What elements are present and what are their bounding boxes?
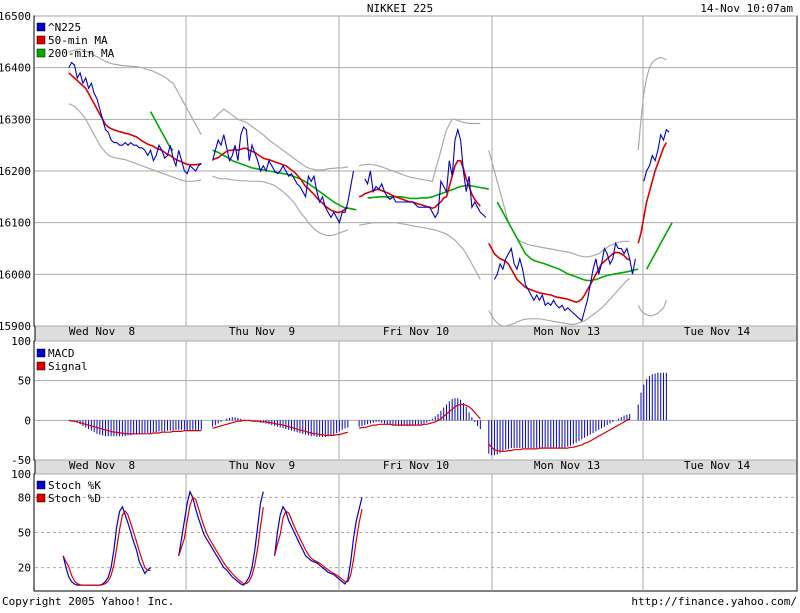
day-label: Wed Nov 8 [69, 325, 135, 338]
legend-swatch [36, 35, 46, 45]
price-line [364, 127, 487, 219]
ma200-line [149, 111, 174, 151]
day-label: Mon Nov 13 [534, 325, 600, 338]
source-url: http://finance.yahoo.com/ [631, 595, 797, 608]
stoch-tick-label: 50 [18, 527, 31, 540]
legend-swatch [36, 22, 46, 32]
day-label: Mon Nov 13 [534, 459, 600, 472]
price-line [643, 128, 670, 182]
stoch-tick-label: 20 [18, 562, 31, 575]
stoch-tick-label: 100 [11, 468, 31, 481]
ma200-line [496, 201, 639, 282]
legend-label: Signal [48, 360, 88, 373]
legend-swatch [36, 348, 46, 358]
legend-label: Stoch %D [48, 492, 101, 505]
legend-swatch [36, 361, 46, 371]
upper-band-line [637, 56, 667, 151]
price-line [493, 241, 636, 322]
price-line [68, 61, 202, 175]
ma50-line [637, 142, 668, 244]
nikkei-chart: NIKKEI 225 14-Nov 10:07am 15900 16000 1610… [0, 0, 800, 608]
chart-title: NIKKEI 225 [367, 2, 433, 15]
legend-label: MACD [48, 347, 75, 360]
day-label: Fri Nov 10 [383, 459, 449, 472]
price-tick-label: 16100 [0, 217, 31, 230]
upper-band-line [68, 48, 202, 136]
upper-band-line [488, 150, 630, 258]
stoch-k-line [178, 489, 264, 586]
macd-tick-label: 0 [24, 414, 31, 427]
chart-timestamp: 14-Nov 10:07am [700, 2, 793, 15]
price-tick-label: 16000 [0, 268, 31, 281]
lower-band-line [358, 222, 481, 280]
macd-panel-frame [33, 340, 798, 461]
lower-band-line [68, 103, 202, 182]
lower-band-line [212, 175, 349, 237]
day-label: Wed Nov 8 [69, 459, 135, 472]
macd-tick-label: 50 [18, 375, 31, 388]
day-label: Thu Nov 9 [229, 325, 295, 338]
price-tick-label: 16200 [0, 165, 31, 178]
legend-swatch [36, 493, 46, 503]
macd-tick-label: -50 [11, 454, 31, 467]
signal-line [358, 403, 481, 429]
macd-tick-label: 100 [11, 335, 31, 348]
stoch-d-line [62, 510, 151, 586]
price-tick-label: 15900 [0, 320, 31, 333]
price-line [212, 126, 355, 225]
day-label: Thu Nov 9 [229, 459, 295, 472]
lower-band-line [488, 278, 631, 327]
chart-canvas: NIKKEI 225 14-Nov 10:07am 15900 16000 1610… [0, 2, 798, 608]
lower-band-line [637, 299, 667, 317]
day-label: Tue Nov 14 [684, 459, 751, 472]
price-tick-label: 16500 [0, 10, 31, 23]
ma200-line [645, 222, 673, 270]
stoch-tick-label: 80 [18, 491, 31, 504]
legend-label: Stoch %K [48, 479, 101, 492]
day-label: Tue Nov 14 [684, 325, 751, 338]
upper-band-line [358, 118, 481, 182]
legend-label: ^N225 [48, 21, 81, 34]
legend-swatch [36, 48, 46, 58]
copyright-text: Copyright 2005 Yahoo! Inc. [2, 595, 174, 608]
legend-swatch [36, 480, 46, 490]
day-label: Fri Nov 10 [383, 325, 449, 338]
legend-label: 50-min MA [48, 34, 108, 47]
price-tick-label: 16300 [0, 113, 31, 126]
legend-label: 200-min MA [48, 47, 115, 60]
ma50-line [358, 159, 481, 210]
price-tick-label: 16400 [0, 62, 31, 75]
stoch-k-line [274, 497, 363, 585]
